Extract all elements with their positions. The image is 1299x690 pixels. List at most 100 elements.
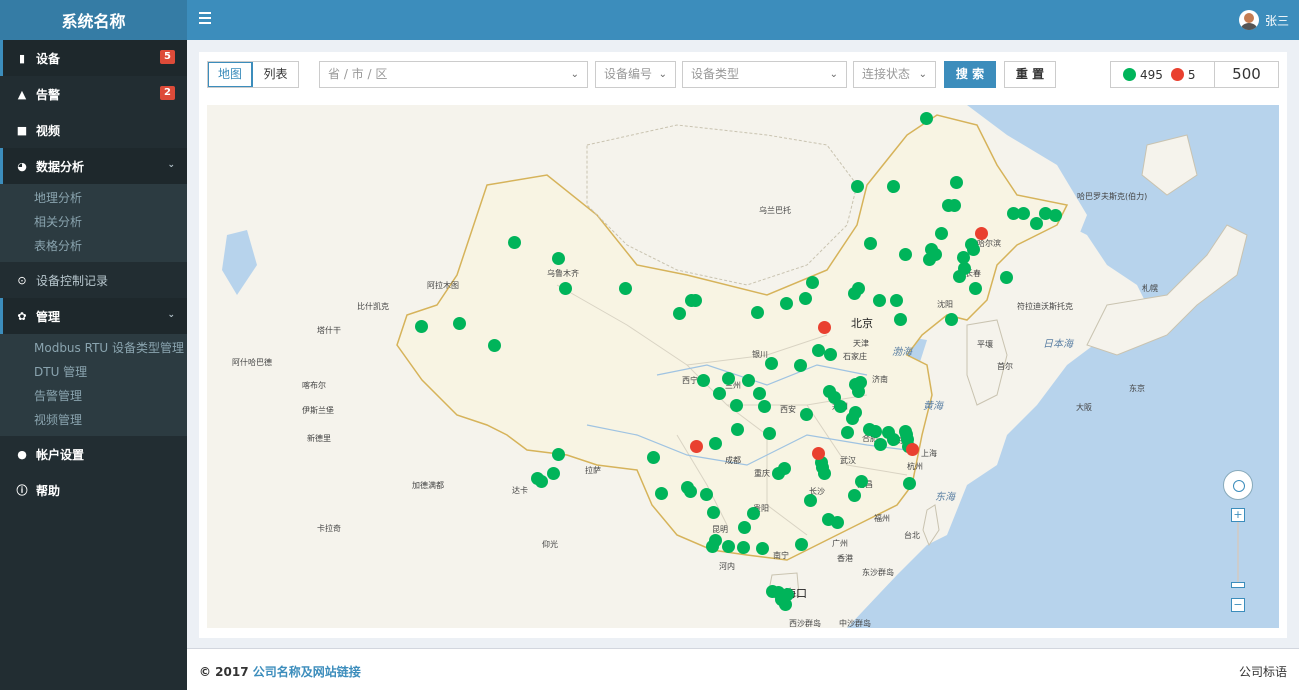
device-marker-online[interactable] <box>415 320 428 333</box>
device-marker-online[interactable] <box>647 451 660 464</box>
device-marker-online[interactable] <box>800 408 813 421</box>
device-marker-online[interactable] <box>508 236 521 249</box>
sidebar-item-management[interactable]: ✿ 管理 ⌄ <box>0 298 187 334</box>
device-marker-online[interactable] <box>818 467 831 480</box>
device-marker-online[interactable] <box>753 387 766 400</box>
device-marker-online[interactable] <box>780 297 793 310</box>
device-marker-offline[interactable] <box>812 447 825 460</box>
device-marker-online[interactable] <box>1000 271 1013 284</box>
device-marker-online[interactable] <box>923 253 936 266</box>
device-marker-online[interactable] <box>738 521 751 534</box>
device-marker-online[interactable] <box>685 294 698 307</box>
device-marker-online[interactable] <box>864 237 877 250</box>
device-marker-online[interactable] <box>1017 207 1030 220</box>
device-marker-online[interactable] <box>953 270 966 283</box>
device-marker-offline[interactable] <box>906 443 919 456</box>
device-marker-online[interactable] <box>834 400 847 413</box>
device-marker-online[interactable] <box>852 385 865 398</box>
tab-map[interactable]: 地图 <box>208 62 253 87</box>
device-marker-offline[interactable] <box>975 227 988 240</box>
device-marker-online[interactable] <box>747 507 760 520</box>
device-marker-online[interactable] <box>903 477 916 490</box>
device-marker-online[interactable] <box>488 339 501 352</box>
device-marker-online[interactable] <box>794 359 807 372</box>
device-marker-online[interactable] <box>700 488 713 501</box>
sidebar-item-video[interactable]: ■ 视频 <box>0 112 187 148</box>
device-marker-online[interactable] <box>831 516 844 529</box>
device-marker-online[interactable] <box>742 374 755 387</box>
device-marker-online[interactable] <box>731 423 744 436</box>
device-marker-online[interactable] <box>799 292 812 305</box>
device-marker-online[interactable] <box>942 199 955 212</box>
device-marker-online[interactable] <box>535 475 548 488</box>
device-marker-online[interactable] <box>887 180 900 193</box>
sidebar-subitem-dtu[interactable]: DTU 管理 <box>0 360 187 384</box>
zoom-slider-track[interactable] <box>1237 522 1239 582</box>
reset-button[interactable]: 重 置 <box>1004 61 1056 88</box>
device-marker-online[interactable] <box>737 541 750 554</box>
menu-toggle-icon[interactable] <box>199 12 211 28</box>
device-marker-online[interactable] <box>945 313 958 326</box>
device-marker-online[interactable] <box>851 180 864 193</box>
device-marker-online[interactable] <box>655 487 668 500</box>
device-marker-online[interactable] <box>848 287 861 300</box>
device-marker-online[interactable] <box>722 540 735 553</box>
device-marker-online[interactable] <box>920 112 933 125</box>
sidebar-subitem-geo-analysis[interactable]: 地理分析 <box>0 186 187 210</box>
device-marker-online[interactable] <box>697 374 710 387</box>
sidebar-subitem-table-analysis[interactable]: 表格分析 <box>0 234 187 258</box>
device-marker-online[interactable] <box>751 306 764 319</box>
device-marker-online[interactable] <box>874 438 887 451</box>
region-select[interactable]: 省 / 市 / 区 ⌄ <box>319 61 588 88</box>
device-marker-online[interactable] <box>894 313 907 326</box>
device-marker-online[interactable] <box>1030 217 1043 230</box>
device-marker-online[interactable] <box>806 276 819 289</box>
company-link[interactable]: 公司名称及网站链接 <box>253 665 361 679</box>
sidebar-subitem-modbus[interactable]: Modbus RTU 设备类型管理 <box>0 336 187 360</box>
device-marker-online[interactable] <box>848 489 861 502</box>
user-menu[interactable]: 张三 <box>1238 10 1289 30</box>
device-type-select[interactable]: 设备类型 ⌄ <box>682 61 847 88</box>
device-marker-online[interactable] <box>804 494 817 507</box>
device-marker-online[interactable] <box>873 294 886 307</box>
sidebar-subitem-alarm-mgmt[interactable]: 告警管理 <box>0 384 187 408</box>
device-marker-online[interactable] <box>681 481 694 494</box>
device-marker-online[interactable] <box>887 433 900 446</box>
device-marker-online[interactable] <box>707 506 720 519</box>
device-marker-online[interactable] <box>950 176 963 189</box>
sidebar-item-control-log[interactable]: ⊙ 设备控制记录 <box>0 262 187 298</box>
device-marker-offline[interactable] <box>818 321 831 334</box>
device-marker-online[interactable] <box>756 542 769 555</box>
tab-list[interactable]: 列表 <box>253 62 298 87</box>
device-marker-online[interactable] <box>765 357 778 370</box>
sidebar-item-devices[interactable]: ▮ 设备 5 <box>0 40 187 76</box>
device-marker-online[interactable] <box>453 317 466 330</box>
device-marker-online[interactable] <box>722 372 735 385</box>
sidebar-subitem-video-mgmt[interactable]: 视频管理 <box>0 408 187 432</box>
device-marker-online[interactable] <box>824 348 837 361</box>
device-marker-online[interactable] <box>841 426 854 439</box>
device-marker-online[interactable] <box>758 400 771 413</box>
device-marker-online[interactable] <box>763 427 776 440</box>
device-marker-online[interactable] <box>730 399 743 412</box>
zoom-in-button[interactable]: + <box>1231 508 1245 522</box>
device-marker-online[interactable] <box>709 437 722 450</box>
connection-status-select[interactable]: 连接状态 ⌄ <box>853 61 936 88</box>
device-marker-online[interactable] <box>846 412 859 425</box>
zoom-out-button[interactable]: − <box>1231 598 1245 612</box>
device-marker-online[interactable] <box>855 475 868 488</box>
device-marker-online[interactable] <box>795 538 808 551</box>
device-marker-online[interactable] <box>706 540 719 553</box>
device-marker-online[interactable] <box>781 588 794 601</box>
device-marker-online[interactable] <box>935 227 948 240</box>
device-marker-online[interactable] <box>766 585 779 598</box>
map-pan-icon[interactable] <box>1223 470 1253 500</box>
sidebar-item-account[interactable]: ● 帐户设置 <box>0 436 187 472</box>
device-marker-online[interactable] <box>713 387 726 400</box>
device-marker-online[interactable] <box>547 467 560 480</box>
device-marker-online[interactable] <box>969 282 982 295</box>
sidebar-item-help[interactable]: ⓘ 帮助 <box>0 472 187 508</box>
device-map[interactable]: 北京 天津 石家庄 济南 郑州 西安 兰州 西宁 银川 成都 重庆 武汉 南昌 … <box>207 105 1279 628</box>
brand-title[interactable]: 系统名称 <box>0 0 187 40</box>
sidebar-item-alarms[interactable]: ▲ 告警 2 <box>0 76 187 112</box>
